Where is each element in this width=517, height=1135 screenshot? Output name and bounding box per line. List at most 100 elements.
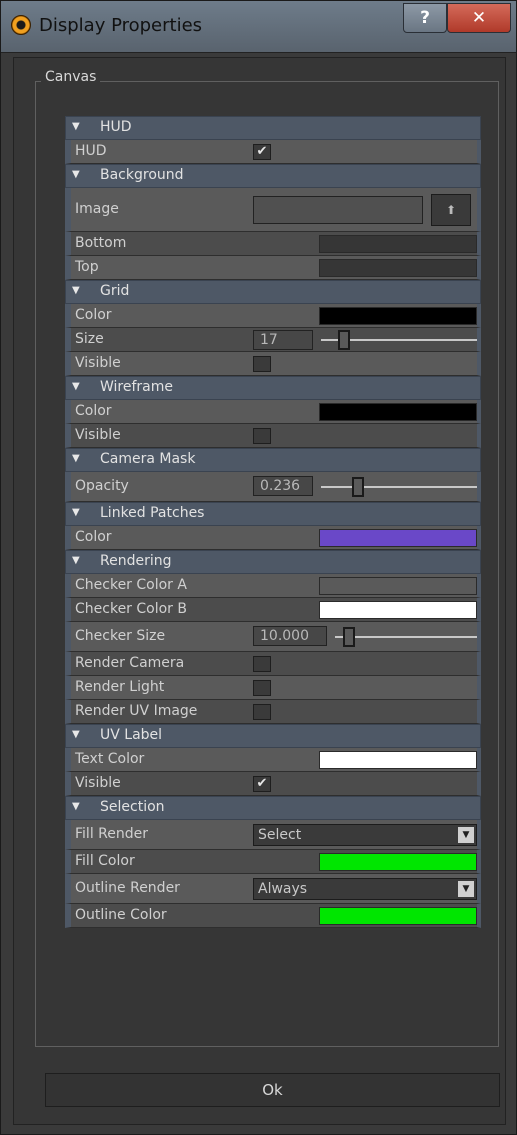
image-path-field[interactable]: [253, 196, 423, 224]
checker-color-b-swatch[interactable]: [319, 601, 477, 619]
image-browse-button[interactable]: ⬆: [431, 194, 471, 226]
fill-color-swatch[interactable]: [319, 853, 477, 871]
uv-visible-checkbox[interactable]: ✔: [253, 776, 271, 792]
render-camera-checkbox[interactable]: [253, 656, 271, 672]
row-linked-patches-color: Color: [65, 526, 481, 550]
image-label: Image: [75, 201, 119, 217]
opacity-label: Opacity: [75, 478, 129, 494]
window-title: Display Properties: [39, 15, 203, 36]
dropdown-arrow-icon[interactable]: ▼: [458, 827, 474, 843]
section-title: Selection: [100, 799, 165, 815]
title-bar: Display Properties ? ✕: [1, 1, 516, 53]
section-camera-mask[interactable]: ▼ Camera Mask: [65, 448, 481, 472]
collapse-arrow-icon[interactable]: ▼: [72, 121, 80, 132]
uv-visible-label: Visible: [75, 775, 121, 791]
render-light-checkbox[interactable]: [253, 680, 271, 696]
render-uv-image-checkbox[interactable]: [253, 704, 271, 720]
section-title: Grid: [100, 283, 130, 299]
dropdown-arrow-icon[interactable]: ▼: [458, 881, 474, 897]
fill-color-label: Fill Color: [75, 853, 135, 869]
row-render-uv-image: Render UV Image: [65, 700, 481, 724]
checker-color-a-label: Checker Color A: [75, 577, 187, 593]
section-title: Wireframe: [100, 379, 174, 395]
collapse-arrow-icon[interactable]: ▼: [72, 453, 80, 464]
checker-size-input[interactable]: 10.000: [253, 626, 327, 646]
section-rendering[interactable]: ▼ Rendering: [65, 550, 481, 574]
opacity-slider-track[interactable]: [321, 486, 477, 488]
row-checker-color-a: Checker Color A: [65, 574, 481, 598]
checker-color-a-swatch[interactable]: [319, 577, 477, 595]
close-button[interactable]: ✕: [447, 3, 511, 33]
row-camera-mask-opacity: Opacity 0.236: [65, 472, 481, 502]
section-hud[interactable]: ▼ HUD: [65, 116, 481, 140]
collapse-arrow-icon[interactable]: ▼: [72, 801, 80, 812]
row-uv-visible: Visible ✔: [65, 772, 481, 796]
row-background-bottom: Bottom: [65, 232, 481, 256]
wireframe-color-swatch[interactable]: [319, 403, 477, 421]
row-background-top: Top: [65, 256, 481, 280]
row-hud: HUD ✔: [65, 140, 481, 164]
collapse-arrow-icon[interactable]: ▼: [72, 285, 80, 296]
fill-render-value: Select: [258, 827, 302, 843]
outline-color-swatch[interactable]: [319, 907, 477, 925]
fill-render-select[interactable]: Select ▼: [253, 824, 477, 846]
uv-text-color-swatch[interactable]: [319, 751, 477, 769]
row-render-camera: Render Camera: [65, 652, 481, 676]
row-outline-render: Outline Render Always ▼: [65, 874, 481, 904]
help-button[interactable]: ?: [403, 3, 447, 33]
checker-size-label: Checker Size: [75, 628, 166, 644]
section-title: Linked Patches: [100, 505, 205, 521]
app-icon: [11, 15, 31, 35]
collapse-arrow-icon[interactable]: ▼: [72, 555, 80, 566]
grid-size-label: Size: [75, 331, 104, 347]
section-wireframe[interactable]: ▼ Wireframe: [65, 376, 481, 400]
section-grid[interactable]: ▼ Grid: [65, 280, 481, 304]
outline-render-value: Always: [258, 881, 308, 897]
bottom-color-swatch[interactable]: [319, 235, 477, 253]
wireframe-color-label: Color: [75, 403, 112, 419]
grid-size-input[interactable]: 17: [253, 330, 313, 350]
row-outline-color: Outline Color: [65, 904, 481, 928]
collapse-arrow-icon[interactable]: ▼: [72, 507, 80, 518]
grid-visible-checkbox[interactable]: [253, 356, 271, 372]
row-grid-color: Color: [65, 304, 481, 328]
collapse-arrow-icon[interactable]: ▼: [72, 729, 80, 740]
wireframe-visible-label: Visible: [75, 427, 121, 443]
grid-color-swatch[interactable]: [319, 307, 477, 325]
checker-color-b-label: Checker Color B: [75, 601, 187, 617]
row-checker-color-b: Checker Color B: [65, 598, 481, 622]
row-fill-render: Fill Render Select ▼: [65, 820, 481, 850]
opacity-input[interactable]: 0.236: [253, 476, 313, 496]
row-wireframe-color: Color: [65, 400, 481, 424]
section-selection[interactable]: ▼ Selection: [65, 796, 481, 820]
section-title: UV Label: [100, 727, 163, 743]
top-color-swatch[interactable]: [319, 259, 477, 277]
outline-render-label: Outline Render: [75, 880, 180, 896]
section-title: Rendering: [100, 553, 172, 569]
checker-size-slider-track[interactable]: [335, 636, 477, 638]
row-render-light: Render Light: [65, 676, 481, 700]
section-title: HUD: [100, 119, 132, 135]
grid-color-label: Color: [75, 307, 112, 323]
row-uv-text-color: Text Color: [65, 748, 481, 772]
opacity-slider-thumb[interactable]: [351, 477, 364, 497]
render-uv-image-label: Render UV Image: [75, 703, 198, 719]
section-uv-label[interactable]: ▼ UV Label: [65, 724, 481, 748]
collapse-arrow-icon[interactable]: ▼: [72, 381, 80, 392]
display-properties-window: Display Properties ? ✕ Canvas ▼ HUD HUD …: [0, 0, 517, 1135]
fill-render-label: Fill Render: [75, 826, 148, 842]
collapse-arrow-icon[interactable]: ▼: [72, 169, 80, 180]
outline-render-select[interactable]: Always ▼: [253, 878, 477, 900]
hud-checkbox[interactable]: ✔: [253, 144, 271, 160]
ok-button[interactable]: Ok: [45, 1073, 500, 1107]
upload-icon: ⬆: [445, 203, 457, 217]
checker-size-slider-thumb[interactable]: [343, 627, 356, 647]
linked-patches-color-swatch[interactable]: [319, 529, 477, 547]
row-grid-visible: Visible: [65, 352, 481, 376]
section-background[interactable]: ▼ Background: [65, 164, 481, 188]
grid-visible-label: Visible: [75, 355, 121, 371]
hud-label: HUD: [75, 143, 107, 159]
wireframe-visible-checkbox[interactable]: [253, 428, 271, 444]
section-linked-patches[interactable]: ▼ Linked Patches: [65, 502, 481, 526]
grid-size-slider-thumb[interactable]: [338, 330, 351, 350]
